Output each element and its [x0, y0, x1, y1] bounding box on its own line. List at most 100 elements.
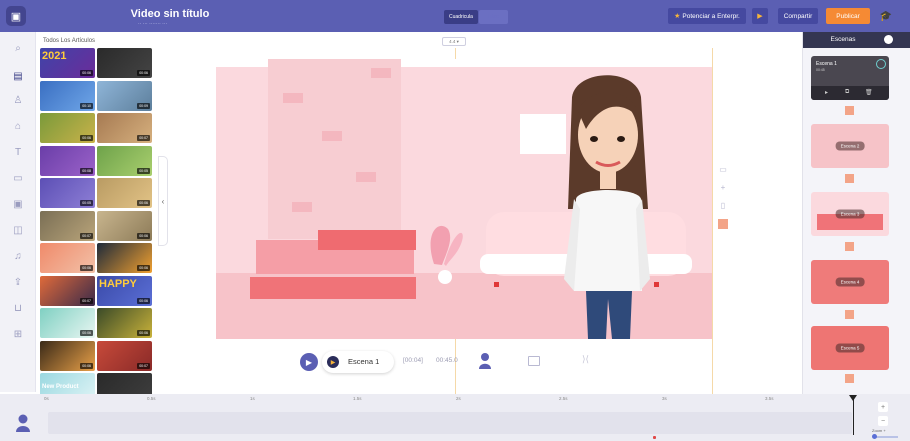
props-icon[interactable]: ⌂ [10, 118, 26, 134]
play-button[interactable]: ▶ [300, 353, 318, 371]
zoom-slider-knob[interactable] [872, 434, 877, 439]
grid-icon[interactable]: ⊞ [10, 326, 26, 342]
video-icon[interactable]: ◫ [10, 222, 26, 238]
scene-tag: Escena 2 [835, 141, 865, 151]
delete-icon[interactable]: ▯ [718, 201, 728, 211]
thumbnail-duration-badge: 00:09 [137, 102, 150, 109]
character-icon[interactable]: ♙ [10, 92, 26, 108]
layout-mode-toggle: Cuadricula Libre [444, 10, 509, 24]
template-thumbnail[interactable]: 00:06 [97, 308, 152, 338]
template-thumbnail[interactable]: 00:05 [40, 178, 95, 208]
graduation-cap-icon[interactable]: 🎓 [876, 8, 896, 24]
template-thumbnail[interactable]: 00:06 [97, 210, 152, 241]
template-thumbnail[interactable]: 00:10 [40, 80, 95, 111]
zoom-slider[interactable] [874, 436, 898, 438]
zoom-out-button[interactable]: − [878, 416, 888, 426]
duplicate-icon[interactable]: ⧉ [845, 89, 849, 96]
settings-icon[interactable] [876, 59, 886, 69]
delete-icon[interactable]: 🗑 [865, 89, 873, 96]
timeline-track[interactable] [48, 412, 852, 434]
zoom-in-button[interactable]: + [878, 402, 888, 412]
upgrade-enterprise-button[interactable]: ★ Potenciar a Enterpr. [668, 8, 746, 24]
template-thumbnail[interactable]: 00:06 [40, 243, 95, 273]
publish-button[interactable]: Publicar [826, 8, 870, 24]
upload-icon[interactable]: ⇪ [10, 274, 26, 290]
transition-icon[interactable] [845, 106, 854, 115]
template-thumbnail[interactable]: 00:07 [40, 275, 95, 306]
video-title[interactable]: Video sin título [120, 8, 220, 20]
preview-play-button[interactable]: ▶ [752, 8, 768, 24]
scene-card-3[interactable]: Escena 3 [811, 192, 889, 236]
scene-tag: Escena 3 [835, 209, 865, 219]
add-scene-icon[interactable] [884, 35, 893, 44]
character-track-icon[interactable] [14, 413, 32, 433]
transition-icon[interactable] [845, 174, 854, 183]
collapse-panel-button[interactable]: ‹ [158, 156, 168, 246]
template-thumbnail[interactable]: 00:06 [40, 308, 95, 338]
template-thumbnail[interactable]: 00:06 [40, 113, 95, 143]
scene-card-2[interactable]: Escena 2 [811, 124, 889, 168]
template-thumbnail[interactable]: 00:05 [97, 145, 152, 176]
search-icon[interactable]: ⌕ [10, 40, 26, 56]
transition-icon[interactable] [845, 242, 854, 251]
scene-selector[interactable]: ▶ Escena 1 [322, 351, 394, 373]
transition-icon[interactable] [845, 310, 854, 319]
timeline-tick-label: 0s [44, 396, 49, 401]
video-editor-app: ▣ Video sin título ·· ··· ······· ··· Cu… [0, 0, 910, 441]
thumbnail-duration-badge: 00:07 [80, 232, 93, 239]
scene-canvas[interactable] [216, 59, 712, 339]
scene-card-duration: 00:45 [816, 68, 825, 72]
transition-icon[interactable] [845, 374, 854, 383]
template-thumbnail[interactable]: 00:09 [97, 80, 152, 111]
template-thumbnail[interactable]: HAPPY 00:06 [97, 275, 152, 306]
text-icon[interactable]: T [10, 144, 26, 160]
scene-card-1[interactable]: Escena 1 00:45 ▸ ⧉ 🗑 [811, 56, 889, 100]
scene-card-5[interactable]: Escena 5 [811, 326, 889, 370]
caption-icon[interactable]: ▭ [10, 170, 26, 186]
top-bar: ▣ Video sin título ·· ··· ······· ··· Cu… [0, 0, 910, 32]
time-marker[interactable]: 4.4 ▾ [442, 37, 466, 46]
plant-pot [438, 270, 452, 284]
template-thumbnail[interactable]: 00:06 [40, 340, 95, 371]
tool-rail: ⌕ ▤ ♙ ⌂ T ▭ ▣ ◫ ♫ ⇪ ⊔ ⊞ [0, 32, 36, 392]
bucket-icon[interactable]: ⊔ [10, 300, 26, 316]
timeline-tick-label: 3.5s [765, 396, 774, 401]
share-button[interactable]: Compartir [778, 8, 818, 24]
total-time: 00:45.0 [436, 357, 458, 364]
music-icon[interactable]: ♫ [10, 248, 26, 264]
app-logo-icon[interactable]: ▣ [6, 6, 26, 26]
template-thumbnail[interactable]: 00:06 [97, 178, 152, 208]
layout-grid-icon[interactable] [528, 356, 540, 366]
character-icon[interactable] [478, 352, 492, 370]
template-thumbnail[interactable]: 2021 00:06 [40, 48, 95, 78]
expand-icon[interactable]: ⟩⟨ [582, 354, 589, 365]
wall-brick [371, 68, 391, 78]
upgrade-label: Potenciar a Enterpr. [682, 12, 740, 20]
media-icon[interactable]: ▤ [10, 68, 26, 84]
library-title: Todos Los Artículos [43, 38, 96, 44]
template-thumbnail[interactable]: 00:06 [97, 243, 152, 273]
image-icon[interactable]: ▣ [10, 196, 26, 212]
color-swatch[interactable] [718, 219, 728, 229]
timeline-tick-label: 1.5s [353, 396, 362, 401]
template-thumbnail[interactable]: 00:07 [40, 210, 95, 241]
template-thumbnail[interactable]: 00:07 [97, 340, 152, 371]
thumbnail-duration-badge: 00:06 [137, 200, 150, 206]
thumbnail-duration-badge: 00:10 [80, 102, 93, 109]
play-icon[interactable]: ▸ [825, 89, 828, 96]
wall-panel [268, 59, 401, 239]
add-icon[interactable]: + [718, 183, 728, 193]
playhead[interactable] [853, 395, 854, 435]
wall-brick [292, 202, 312, 212]
template-thumbnail[interactable]: 00:07 [97, 113, 152, 143]
mode-grid-button[interactable]: Cuadricula [444, 10, 478, 24]
layers-icon[interactable]: ▭ [718, 165, 728, 175]
scene-card-4[interactable]: Escena 4 [811, 260, 889, 304]
thumbnail-duration-badge: 00:07 [80, 297, 93, 304]
mode-free-button[interactable]: Libre [478, 10, 509, 24]
thumbnail-duration-badge: 00:05 [80, 200, 93, 206]
wall-brick [322, 131, 342, 141]
scene-play-icon[interactable]: ▶ [327, 356, 339, 368]
template-thumbnail[interactable]: 00:08 [40, 145, 95, 176]
template-thumbnail[interactable]: 00:06 [97, 48, 152, 78]
